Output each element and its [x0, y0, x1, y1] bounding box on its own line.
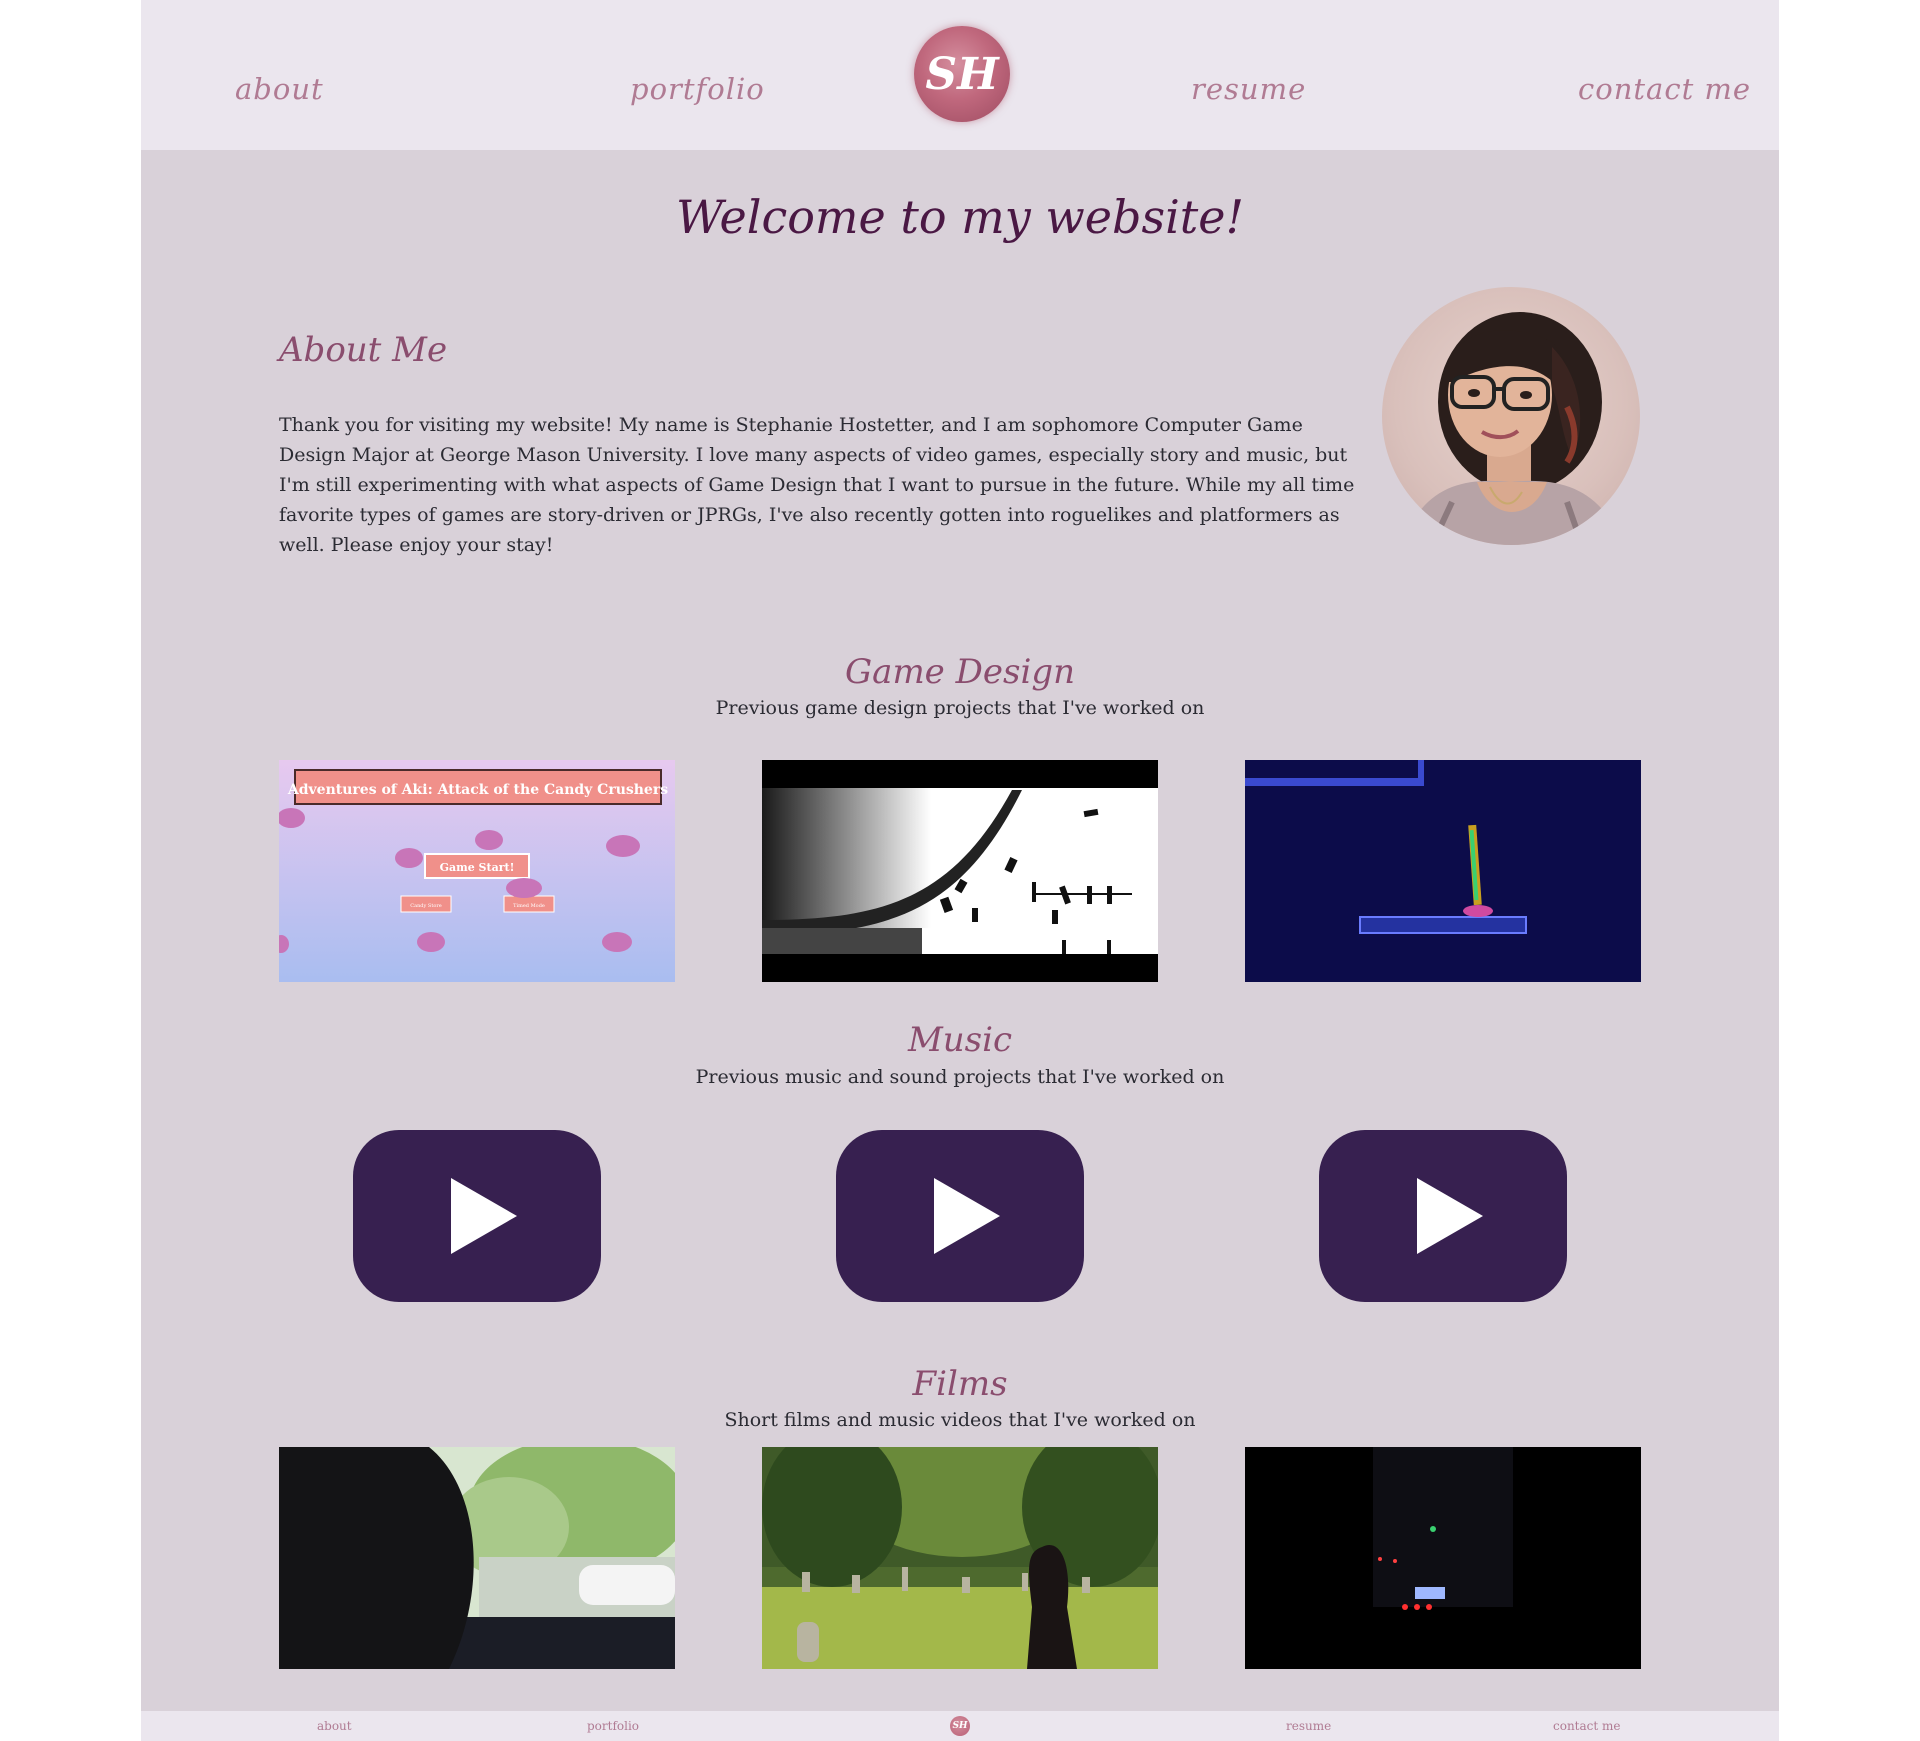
profile-photo — [1382, 287, 1640, 545]
top-navbar: about portfolio SH resume contact me — [141, 0, 1779, 150]
game-design-heading: Game Design — [845, 652, 1075, 692]
sh-logo-icon[interactable]: SH — [914, 26, 1010, 122]
about-heading: About Me — [279, 330, 448, 370]
page-title: Welcome to my website! — [676, 190, 1244, 244]
nav-portfolio-link[interactable]: portfolio — [630, 72, 765, 106]
footer-navbar: about portfolio SH resume contact me — [141, 1711, 1779, 1741]
youtube-play-icon[interactable] — [351, 1128, 603, 1304]
films-subtitle: Short films and music videos that I've w… — [724, 1409, 1196, 1431]
youtube-play-icon[interactable] — [1317, 1128, 1569, 1304]
film-thumbnail-cemetery[interactable] — [762, 1447, 1158, 1669]
footer-resume-link[interactable]: resume — [1286, 1719, 1331, 1733]
game-thumbnail-sword[interactable] — [1245, 760, 1641, 982]
aki-candy-store-text: Candy Store — [410, 903, 441, 909]
footer-contact-link[interactable]: contact me — [1553, 1719, 1621, 1733]
page: about portfolio SH resume contact me Wel… — [141, 0, 1779, 1741]
youtube-play-icon[interactable] — [834, 1128, 1086, 1304]
aki-banner-text: Adventures of Aki: Attack of the Candy C… — [287, 782, 668, 798]
music-subtitle: Previous music and sound projects that I… — [695, 1066, 1225, 1088]
nav-contact-link[interactable]: contact me — [1578, 72, 1751, 106]
films-heading: Films — [912, 1364, 1008, 1404]
footer-logo-icon[interactable]: SH — [950, 1716, 970, 1736]
about-paragraph: Thank you for visiting my website! My na… — [279, 414, 1355, 556]
footer-portfolio-link[interactable]: portfolio — [587, 1719, 639, 1733]
aki-timed-mode-text: Timed Mode — [513, 903, 545, 909]
nav-about-link[interactable]: about — [235, 72, 324, 106]
game-design-subtitle: Previous game design projects that I've … — [715, 697, 1205, 719]
aki-start-text: Game Start! — [440, 861, 515, 874]
game-thumbnail-aki[interactable]: Adventures of Aki: Attack of the Candy C… — [279, 760, 675, 982]
music-heading: Music — [907, 1020, 1013, 1060]
nav-resume-link[interactable]: resume — [1191, 72, 1306, 106]
footer-about-link[interactable]: about — [317, 1719, 352, 1733]
game-thumbnail-monochrome[interactable] — [762, 760, 1158, 982]
film-thumbnail-night-drive[interactable] — [1245, 1447, 1641, 1669]
film-thumbnail-car[interactable] — [279, 1447, 675, 1669]
